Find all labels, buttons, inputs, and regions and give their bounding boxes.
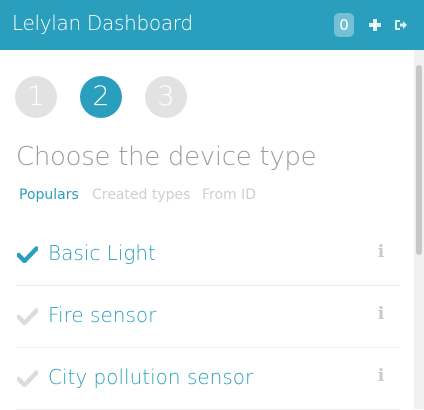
tab-populars[interactable]: Populars — [19, 187, 79, 203]
scrollbar[interactable] — [414, 50, 424, 409]
device-row-basic-light[interactable]: Basic Light i — [16, 223, 400, 286]
device-row-city-pollution-sensor[interactable]: City pollution sensor i — [16, 347, 400, 410]
step-2[interactable]: 2 — [80, 76, 122, 118]
plus-icon[interactable] — [368, 17, 382, 33]
notification-badge[interactable]: 0 — [334, 13, 354, 37]
logout-icon[interactable] — [394, 17, 408, 33]
app-header: Lelylan Dashboard 0 — [0, 0, 424, 50]
app-title[interactable]: Lelylan Dashboard — [12, 11, 193, 35]
step-3[interactable]: 3 — [145, 76, 187, 118]
tab-created-types[interactable]: Created types — [92, 187, 190, 203]
info-icon[interactable]: i — [374, 365, 388, 387]
info-icon[interactable]: i — [374, 303, 388, 325]
device-row-fire-sensor[interactable]: Fire sensor i — [16, 285, 400, 348]
device-label: City pollution sensor — [48, 365, 254, 389]
check-icon — [17, 370, 38, 387]
device-label: Basic Light — [48, 241, 156, 265]
step-1[interactable]: 1 — [15, 76, 57, 118]
tab-from-id[interactable]: From ID — [202, 187, 256, 203]
check-icon — [17, 308, 38, 325]
device-label: Fire sensor — [48, 303, 157, 327]
check-icon — [17, 246, 38, 263]
page-title: Choose the device type — [16, 142, 317, 172]
info-icon[interactable]: i — [374, 241, 388, 263]
scrollbar-thumb[interactable] — [416, 65, 422, 255]
